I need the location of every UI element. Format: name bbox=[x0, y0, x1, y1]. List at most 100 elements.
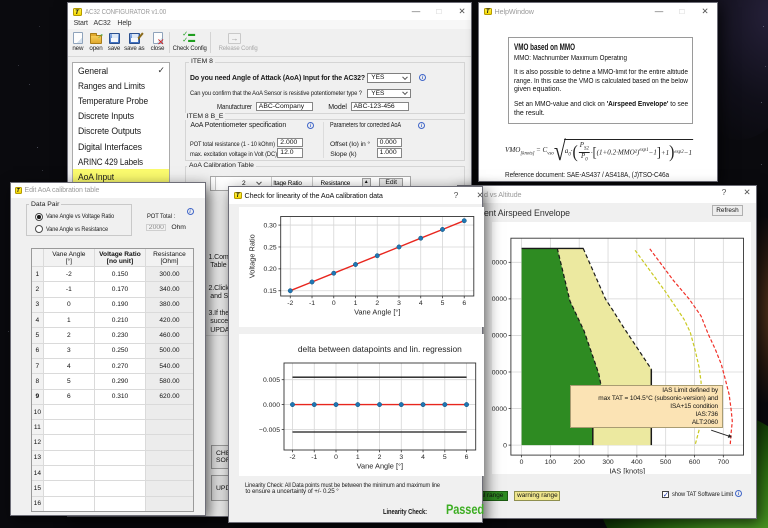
corrected-aoa-info-icon[interactable]: i bbox=[418, 122, 425, 129]
table-cell[interactable] bbox=[43, 435, 94, 449]
table-cell[interactable] bbox=[43, 497, 94, 511]
table-cell[interactable] bbox=[43, 451, 94, 465]
table-cell[interactable] bbox=[145, 451, 192, 465]
table-cell[interactable] bbox=[94, 466, 145, 480]
table-cell[interactable]: 1 bbox=[43, 313, 94, 327]
table-cell[interactable] bbox=[145, 405, 192, 419]
table-cell[interactable]: 380.00 bbox=[145, 298, 192, 312]
table-cell[interactable]: 620.00 bbox=[145, 390, 192, 404]
sidebar-item-discrete-outputs[interactable]: Discrete Outputs bbox=[73, 124, 169, 139]
table-cell[interactable]: 3 bbox=[43, 344, 94, 358]
sidebar-item-discrete-inputs[interactable]: Discrete Inputs bbox=[73, 109, 169, 124]
table-cell[interactable]: 340.00 bbox=[145, 282, 192, 296]
excitation-field[interactable]: 12.0 bbox=[277, 148, 302, 157]
table-cell[interactable]: 580.00 bbox=[145, 374, 192, 388]
table-row[interactable]: 300.190380.00 bbox=[32, 297, 193, 312]
maximize-button[interactable]: □ bbox=[428, 3, 450, 20]
table-row[interactable]: 13 bbox=[32, 450, 193, 465]
envelope-titlebar[interactable]: d vs Altitude bbox=[458, 186, 756, 203]
table-cell[interactable] bbox=[43, 481, 94, 495]
slope-field[interactable]: 1.000 bbox=[377, 148, 402, 157]
q1-combobox[interactable]: YES bbox=[367, 73, 410, 83]
table-cell[interactable]: 0.170 bbox=[94, 282, 145, 296]
menu-item-help[interactable]: Help bbox=[117, 20, 131, 27]
show-tat-checkbox[interactable]: ✓ bbox=[662, 491, 669, 498]
sidebar-item-digital-interfaces[interactable]: Digital Interfaces bbox=[73, 139, 169, 154]
table-cell[interactable]: 0.310 bbox=[94, 390, 145, 404]
table-cell[interactable]: 2 bbox=[43, 328, 94, 342]
table-row[interactable]: 2-10.170340.00 bbox=[32, 281, 193, 296]
sidebar-item-arinc-429-labels[interactable]: ARINC 429 Labels bbox=[73, 154, 169, 169]
table-cell[interactable] bbox=[43, 466, 94, 480]
maximize-button[interactable]: □ bbox=[671, 3, 693, 20]
edit-titlebar[interactable]: T Edit AoA calibration table bbox=[11, 183, 205, 198]
table-cell[interactable] bbox=[145, 497, 192, 511]
pot-resistance-field[interactable]: 2.000 bbox=[277, 138, 302, 147]
q1-info-icon[interactable]: i bbox=[419, 74, 426, 81]
close-button[interactable]: ✕ bbox=[694, 3, 716, 20]
table-cell[interactable] bbox=[43, 405, 94, 419]
table-cell[interactable] bbox=[94, 497, 145, 511]
minimize-button[interactable]: — bbox=[405, 3, 427, 20]
table-cell[interactable]: 0.290 bbox=[94, 374, 145, 388]
table-cell[interactable]: 5 bbox=[43, 374, 94, 388]
refresh-button[interactable]: Refresh bbox=[712, 205, 743, 216]
table-cell[interactable]: 420.00 bbox=[145, 313, 192, 327]
sidebar-item-temperature-probe[interactable]: Temperature Probe bbox=[73, 93, 169, 108]
table-row[interactable]: 16 bbox=[32, 496, 193, 511]
sidebar-item-general[interactable]: General✓ bbox=[73, 63, 169, 78]
table-row[interactable]: 11 bbox=[32, 419, 193, 434]
table-cell[interactable]: 0.270 bbox=[94, 359, 145, 373]
calibration-table[interactable]: Vane Angle[°]Voltage Ratio[no unit]Resis… bbox=[31, 248, 194, 512]
pot-total-field[interactable]: 2000 bbox=[146, 224, 167, 232]
menu-item-start[interactable]: Start bbox=[74, 20, 88, 27]
table-row[interactable]: 1-20.150300.00 bbox=[32, 266, 193, 281]
table-cell[interactable]: 0.230 bbox=[94, 328, 145, 342]
table-cell[interactable] bbox=[145, 466, 192, 480]
table-cell[interactable]: 6 bbox=[43, 390, 94, 404]
table-cell[interactable]: 0.210 bbox=[94, 313, 145, 327]
close-button[interactable]: ✕ bbox=[469, 187, 491, 204]
toolbar-check-config-button[interactable]: ✓▬✓▬Check Config bbox=[172, 31, 206, 52]
table-cell[interactable]: -2 bbox=[43, 267, 94, 281]
table-row[interactable]: 520.230460.00 bbox=[32, 327, 193, 342]
table-row[interactable]: 740.270540.00 bbox=[32, 358, 193, 373]
pot-spec-info-icon[interactable]: i bbox=[307, 122, 314, 129]
table-cell[interactable]: 0.250 bbox=[94, 344, 145, 358]
table-cell[interactable]: 500.00 bbox=[145, 344, 192, 358]
model-field[interactable]: ABC-123-456 bbox=[351, 102, 409, 112]
table-row[interactable]: 960.310620.00 bbox=[32, 389, 193, 404]
radio-voltage-ratio[interactable] bbox=[35, 213, 43, 221]
table-cell[interactable] bbox=[145, 420, 192, 434]
manufacturer-field[interactable]: ABC-Company bbox=[256, 102, 313, 112]
table-row[interactable]: 14 bbox=[32, 465, 193, 480]
sidebar-item-ranges-and-limits[interactable]: Ranges and Limits bbox=[73, 78, 169, 93]
close-button[interactable]: ✕ bbox=[736, 184, 758, 201]
offset-field[interactable]: 0.000 bbox=[377, 138, 402, 147]
table-cell[interactable]: 540.00 bbox=[145, 359, 192, 373]
table-cell[interactable] bbox=[94, 435, 145, 449]
radio-voltage-ratio-label[interactable]: Vane Angle vs Voltage Ratio bbox=[46, 213, 114, 220]
table-row[interactable]: 410.210420.00 bbox=[32, 312, 193, 327]
help-button[interactable]: ? bbox=[713, 184, 735, 201]
close-button[interactable]: ✕ bbox=[451, 3, 473, 20]
table-cell[interactable]: 460.00 bbox=[145, 328, 192, 342]
table-row[interactable]: 15 bbox=[32, 480, 193, 495]
minimize-button[interactable]: — bbox=[648, 3, 670, 20]
radio-resistance-label[interactable]: Vane Angle vs Resistance bbox=[46, 226, 108, 233]
table-cell[interactable] bbox=[145, 481, 192, 495]
help-button[interactable]: ? bbox=[445, 187, 467, 204]
table-row[interactable]: 850.290580.00 bbox=[32, 373, 193, 388]
table-row[interactable]: 12 bbox=[32, 434, 193, 449]
table-cell[interactable]: 0 bbox=[43, 298, 94, 312]
table-row[interactable]: 630.250500.00 bbox=[32, 343, 193, 358]
radio-resistance[interactable] bbox=[35, 225, 43, 233]
table-row[interactable]: 10 bbox=[32, 404, 193, 419]
table-cell[interactable] bbox=[94, 420, 145, 434]
table-cell[interactable] bbox=[94, 481, 145, 495]
menu-item-ac32[interactable]: AC32 bbox=[94, 20, 111, 27]
table-cell[interactable] bbox=[94, 451, 145, 465]
table-cell[interactable]: 4 bbox=[43, 359, 94, 373]
table-cell[interactable] bbox=[145, 435, 192, 449]
table-cell[interactable] bbox=[43, 420, 94, 434]
